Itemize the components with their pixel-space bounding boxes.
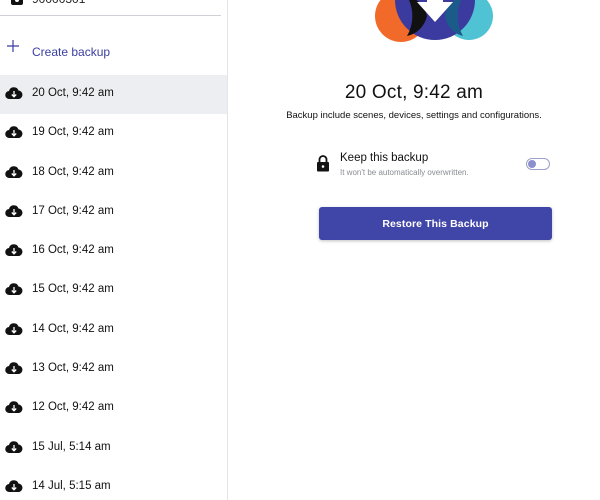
create-backup-button[interactable]: Create backup <box>0 36 227 68</box>
chevron-down-icon[interactable] <box>210 0 220 2</box>
backup-list-item-label: 14 Oct, 9:42 am <box>32 322 114 335</box>
backup-list-item-label: 16 Oct, 9:42 am <box>32 244 114 257</box>
backup-list-item-label: 15 Oct, 9:42 am <box>32 283 114 296</box>
restore-backup-button[interactable]: Restore This Backup <box>319 207 552 240</box>
backup-list-item[interactable]: 15 Jul, 5:14 am <box>0 429 227 468</box>
cloud-download-icon <box>5 480 23 492</box>
cloud-download-icon <box>5 87 23 100</box>
hub-icon <box>11 0 23 5</box>
backup-list-item[interactable]: 19 Oct, 9:42 am <box>0 114 227 153</box>
keep-backup-toggle[interactable] <box>526 158 550 170</box>
plus-icon <box>7 40 19 52</box>
backup-list-item[interactable]: 15 Oct, 9:42 am <box>0 271 227 310</box>
backup-list-item[interactable]: 12 Oct, 9:42 am <box>0 389 227 428</box>
backup-list-item-label: 15 Jul, 5:14 am <box>32 440 111 453</box>
backup-title: 20 Oct, 9:42 am <box>344 82 484 103</box>
create-backup-label: Create backup <box>32 45 111 59</box>
backup-list-item-label: 14 Jul, 5:15 am <box>32 479 111 492</box>
backup-logo-icon <box>375 0 493 42</box>
backup-list-item-label: 17 Oct, 9:42 am <box>32 204 114 217</box>
backup-list-item[interactable]: 14 Jul, 5:15 am <box>0 468 227 500</box>
backup-list-item-label: 19 Oct, 9:42 am <box>32 126 114 139</box>
cloud-download-icon <box>5 401 23 414</box>
backup-list-item[interactable]: 20 Oct, 9:42 am <box>0 75 227 115</box>
cloud-download-icon <box>5 165 23 178</box>
cloud-download-icon <box>5 205 23 217</box>
keep-backup-hint: It won't be automatically overwritten. <box>340 168 469 177</box>
cloud-download-icon <box>5 244 23 257</box>
sidebar: 90000301 Create backup 20 Oct, 9:42 am 19… <box>0 0 228 500</box>
backup-list-item[interactable]: 16 Oct, 9:42 am <box>0 232 227 271</box>
cloud-download-icon <box>5 283 23 296</box>
backup-detail: 20 Oct, 9:42 am Backup include scenes, d… <box>228 0 600 500</box>
backup-list-item[interactable]: 17 Oct, 9:42 am <box>0 193 227 232</box>
hub-label: 90000301 <box>32 0 85 6</box>
keep-backup-setting: Keep this backup It won't be automatical… <box>316 150 552 184</box>
backup-list-item-label: 13 Oct, 9:42 am <box>32 362 114 375</box>
cloud-download-icon <box>5 362 23 375</box>
cloud-download-icon <box>5 440 23 453</box>
lock-icon <box>317 155 329 172</box>
backup-list-item[interactable]: 13 Oct, 9:42 am <box>0 350 227 389</box>
backup-list: 20 Oct, 9:42 am 19 Oct, 9:42 am 18 Oct, 9:… <box>0 75 227 500</box>
backup-list-item-label: 20 Oct, 9:42 am <box>32 87 114 99</box>
toggle-knob <box>528 160 536 168</box>
backup-list-item-label: 18 Oct, 9:42 am <box>32 165 114 178</box>
cloud-download-icon <box>5 126 23 139</box>
cloud-download-icon <box>5 323 23 335</box>
keep-backup-label: Keep this backup <box>340 152 429 164</box>
backup-list-item[interactable]: 14 Oct, 9:42 am <box>0 311 227 350</box>
hub-selector[interactable]: 90000301 <box>0 0 221 16</box>
backup-list-item[interactable]: 18 Oct, 9:42 am <box>0 154 227 193</box>
backup-description: Backup include scenes, devices, settings… <box>286 110 542 121</box>
backup-list-item-label: 12 Oct, 9:42 am <box>32 401 114 414</box>
